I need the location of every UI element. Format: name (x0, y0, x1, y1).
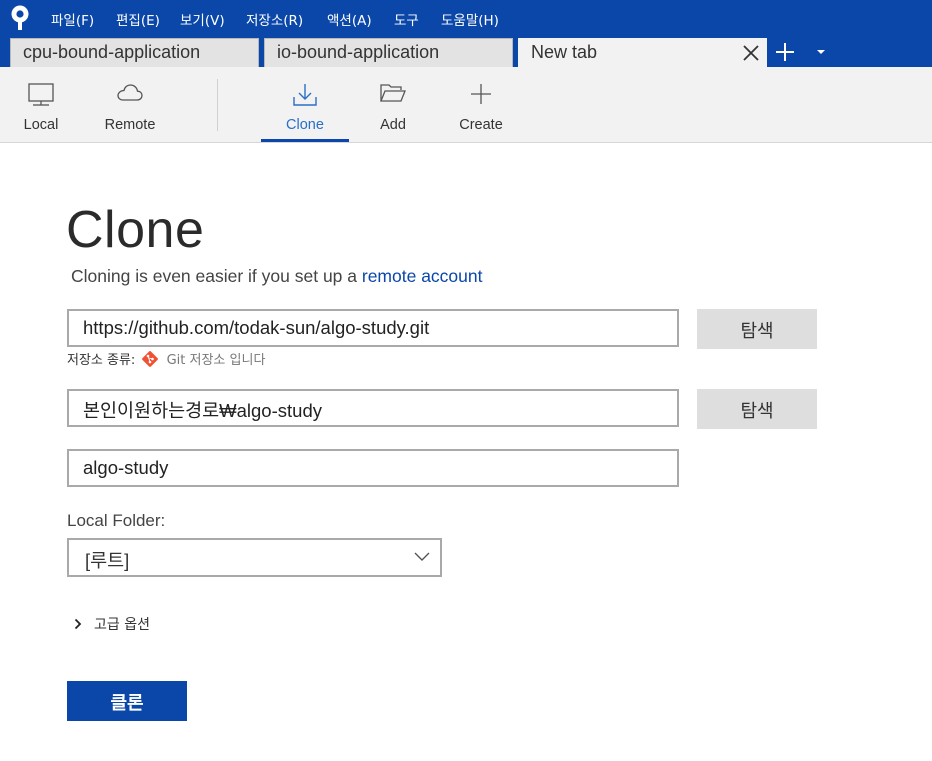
toolbar-create-label: Create (459, 117, 503, 133)
chevron-down-icon (414, 552, 430, 561)
toolbar-clone-label: Clone (286, 117, 324, 133)
tab-cpu-bound-application[interactable]: cpu-bound-application (10, 38, 259, 67)
chevron-down-icon[interactable] (814, 46, 828, 58)
toolbar: Local Remote Clone Add Create (0, 67, 932, 143)
advanced-options-label: 고급 옵션 (94, 617, 150, 633)
folder-open-icon (380, 84, 406, 102)
git-logo-icon (142, 351, 159, 367)
local-folder-value: [루트] (85, 550, 130, 571)
toolbar-local-button[interactable]: Local (10, 67, 72, 143)
menu-bar: 파일(F) 편집(E) 보기(V) 저장소(R) 액션(A) 도구 도움말(H) (0, 0, 932, 37)
menu-tools[interactable]: 도구 (394, 9, 419, 29)
toolbar-add-label: Add (380, 117, 406, 133)
download-icon (293, 84, 317, 106)
menu-repository[interactable]: 저장소(R) (246, 9, 303, 29)
toolbar-clone-button[interactable]: Clone (261, 67, 349, 143)
active-tool-indicator (261, 139, 349, 142)
local-folder-select[interactable]: [루트] (67, 538, 442, 577)
clone-button[interactable]: 클론 (67, 681, 187, 721)
close-tab-icon[interactable] (741, 43, 761, 63)
monitor-icon (28, 83, 54, 106)
source-url-input[interactable]: https://github.com/todak-sun/algo-study.… (67, 309, 679, 347)
tab-io-bound-application[interactable]: io-bound-application (264, 38, 513, 67)
local-folder-label: Local Folder: (67, 511, 166, 530)
toolbar-remote-button[interactable]: Remote (95, 67, 165, 143)
cloud-icon (117, 84, 143, 101)
plus-icon (471, 84, 491, 104)
destination-path-input[interactable]: 본인이원하는경로₩algo-study (67, 389, 679, 427)
page-title: Clone (66, 201, 205, 259)
remote-account-link[interactable]: remote account (362, 266, 483, 286)
page-subtitle: Cloning is even easier if you set up a r… (71, 266, 483, 287)
tab-new-tab[interactable]: New tab (518, 38, 767, 68)
chevron-right-icon (74, 618, 82, 630)
toolbar-remote-label: Remote (104, 117, 156, 133)
browse-source-button[interactable]: 탐색 (697, 309, 817, 349)
browse-destination-button[interactable]: 탐색 (697, 389, 817, 429)
repo-type-value: Git 저장소 입니다 (166, 353, 266, 368)
toolbar-add-button[interactable]: Add (363, 67, 423, 143)
menu-view[interactable]: 보기(V) (180, 9, 225, 29)
repo-type-label: 저장소 종류: (67, 353, 136, 368)
menu-actions[interactable]: 액션(A) (327, 9, 372, 29)
toolbar-create-button[interactable]: Create (449, 67, 513, 143)
menu-file[interactable]: 파일(F) (51, 9, 94, 29)
toolbar-divider (217, 79, 218, 131)
advanced-options-toggle[interactable]: 고급 옵션 (74, 614, 150, 634)
menu-help[interactable]: 도움말(H) (441, 9, 499, 29)
toolbar-local-label: Local (23, 117, 59, 133)
repo-type-hint: 저장소 종류: Git 저장소 입니다 (67, 349, 265, 368)
add-tab-icon[interactable] (774, 41, 796, 63)
sourcetree-logo-icon[interactable] (9, 5, 31, 31)
repo-name-input[interactable]: algo-study (67, 449, 679, 487)
subtitle-text: Cloning is even easier if you set up a (71, 266, 357, 286)
menu-edit[interactable]: 편집(E) (116, 9, 160, 29)
